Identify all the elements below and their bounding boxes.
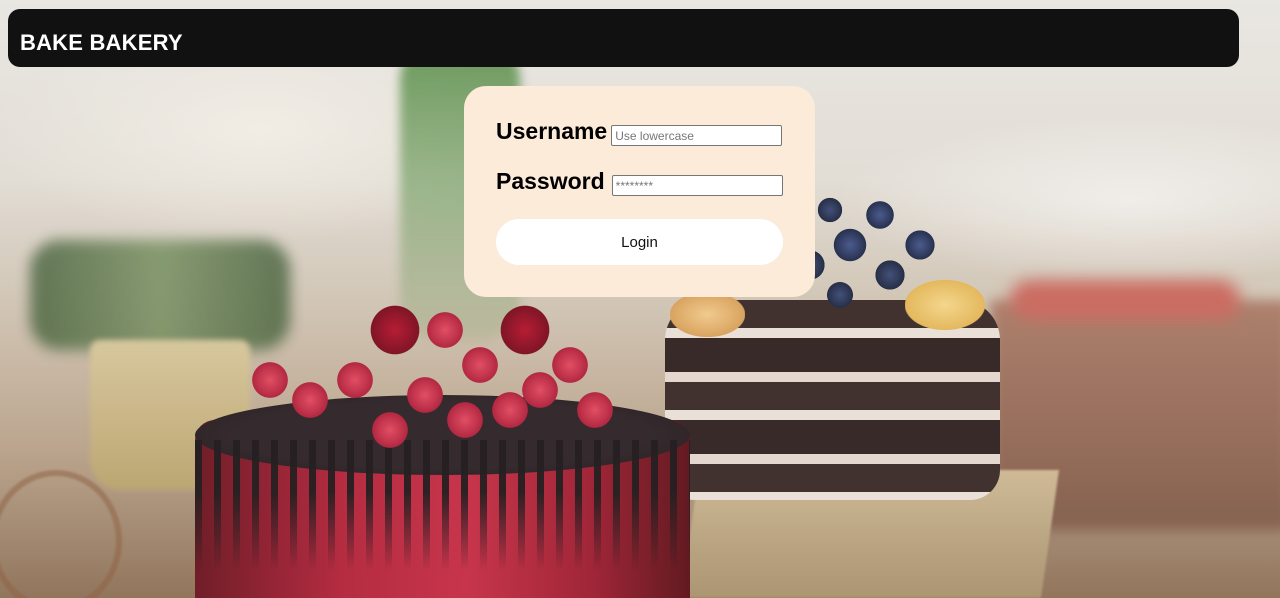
password-row: Password bbox=[496, 167, 783, 196]
top-nav-bar: BAKE BAKERY bbox=[8, 9, 1239, 67]
password-label: Password bbox=[496, 168, 605, 194]
password-input[interactable] bbox=[611, 175, 783, 196]
username-row: Username bbox=[496, 117, 783, 146]
username-label: Username bbox=[496, 118, 608, 144]
login-form: Username Password Login bbox=[464, 86, 815, 297]
login-button[interactable]: Login bbox=[496, 219, 783, 265]
brand-title: BAKE BAKERY bbox=[20, 30, 183, 55]
username-input[interactable] bbox=[611, 125, 783, 146]
